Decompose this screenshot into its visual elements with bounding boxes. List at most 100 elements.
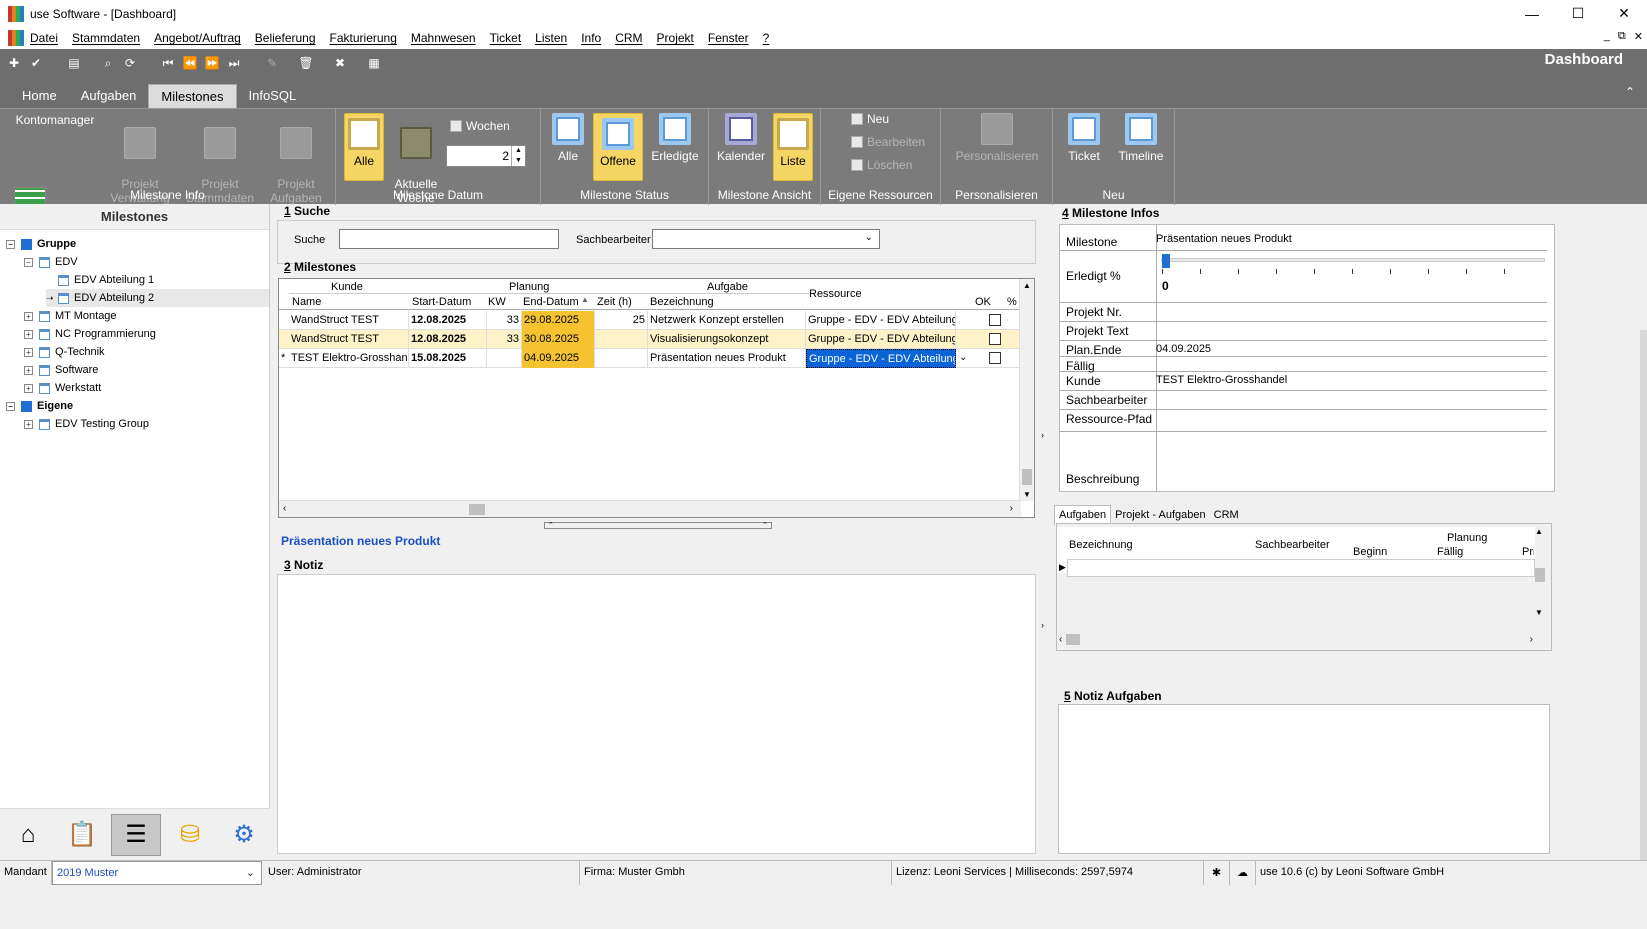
ticket-button[interactable]: Ticket xyxy=(1061,113,1107,163)
database-icon[interactable]: ⛁ xyxy=(174,819,206,851)
col-kw[interactable]: KW xyxy=(488,296,506,308)
expand-icon[interactable]: + xyxy=(24,419,33,429)
col-bezeichnung[interactable]: Bezeichnung xyxy=(650,296,714,308)
side-scroll[interactable] xyxy=(1640,330,1647,860)
tree-node[interactable]: − EDV xyxy=(24,253,269,271)
menu-ticket[interactable]: Ticket xyxy=(490,31,522,45)
col-zeit[interactable]: Zeit (h) xyxy=(597,296,632,308)
cell-res[interactable]: Gruppe - EDV - EDV Abteilung 2 xyxy=(806,330,956,349)
bug-icon[interactable]: ✱ xyxy=(1204,861,1230,885)
collapse-icon[interactable]: − xyxy=(6,401,15,411)
cell-name[interactable]: WandStruct TEST xyxy=(289,311,409,330)
liste-button[interactable]: Liste xyxy=(773,113,813,181)
grid-menu-icon[interactable]: ▦ xyxy=(366,55,382,71)
cell-start[interactable]: 15.08.2025 xyxy=(409,349,487,368)
grid-hscroll[interactable]: ‹ › xyxy=(279,500,1021,517)
tasks-icon[interactable]: 📋 xyxy=(66,819,98,851)
cell-bez[interactable]: Netzwerk Konzept erstellen xyxy=(648,311,806,330)
cell-zeit[interactable]: 25 xyxy=(595,311,648,330)
wochen-button[interactable]: Wochen xyxy=(450,119,510,133)
menu-fenster[interactable]: Fenster xyxy=(708,31,749,45)
tab-milestones[interactable]: Milestones xyxy=(148,84,237,108)
cell-bez[interactable]: Präsentation neues Produkt xyxy=(648,349,806,368)
maximize-button[interactable]: ☐ xyxy=(1555,0,1601,27)
notiz-aufgaben-editor[interactable] xyxy=(1058,704,1550,854)
wochen-spinner[interactable]: 2 ▲ ▼ xyxy=(446,145,526,167)
ok-checkbox[interactable] xyxy=(989,333,1001,345)
expand-icon[interactable]: + xyxy=(24,311,33,321)
tree-node[interactable]: + Werkstatt xyxy=(24,379,269,397)
tree-node[interactable]: + Software xyxy=(24,361,269,379)
tab-home[interactable]: Home xyxy=(10,84,69,108)
collapse-arrows[interactable]: › › xyxy=(1041,430,1048,630)
col-bez[interactable]: Bezeichnung xyxy=(1069,539,1133,551)
cell-name[interactable]: TEST Elektro-Grosshandel xyxy=(289,349,409,368)
check-icon[interactable]: ✔ xyxy=(28,55,44,71)
cell-res[interactable]: Gruppe - EDV - EDV Abteilung 2 xyxy=(806,349,956,368)
first-icon[interactable]: ⏮ xyxy=(160,55,176,71)
tab-aufgaben[interactable]: Aufgaben xyxy=(69,84,149,108)
search-icon[interactable]: ⌕ xyxy=(100,55,116,71)
aufgaben-vscroll[interactable]: ▲ ▼ xyxy=(1535,527,1549,627)
tree-node[interactable]: + Q-Technik xyxy=(24,343,269,361)
expand-icon[interactable]: + xyxy=(24,383,33,393)
menu-info[interactable]: Info xyxy=(581,31,601,45)
col-end[interactable]: End-Datum xyxy=(523,296,579,308)
home-icon[interactable]: ⌂ xyxy=(12,819,44,851)
expand-icon[interactable]: + xyxy=(24,329,33,339)
mandant-select[interactable]: 2019 Muster ⌄ xyxy=(52,861,262,885)
col-beginn[interactable]: Beginn xyxy=(1353,546,1387,558)
menu-crm[interactable]: CRM xyxy=(615,31,642,45)
cell-zeit[interactable] xyxy=(595,330,648,349)
menu-stammdaten[interactable]: Stammdaten xyxy=(72,31,140,45)
kontomanager-button[interactable]: Kontomanager xyxy=(12,113,98,219)
tree-node[interactable]: − Eigene xyxy=(6,397,269,415)
ok-checkbox[interactable] xyxy=(989,352,1001,364)
mdi-restore-button[interactable]: ⧉ xyxy=(1618,30,1626,43)
print-icon[interactable]: ▤ xyxy=(66,55,82,71)
menu-help[interactable]: ? xyxy=(763,31,770,45)
col-ok[interactable]: OK xyxy=(975,296,991,308)
tree-node[interactable]: + EDV Testing Group xyxy=(24,415,269,433)
table-row[interactable]: TEST Elektro-Grosshandel15.08.2025 04.09.… xyxy=(279,349,1019,368)
cancel-icon[interactable]: ✖ xyxy=(332,55,348,71)
menu-datei[interactable]: Datei xyxy=(30,31,58,45)
col-percent[interactable]: % xyxy=(1007,296,1017,308)
chevron-down-icon[interactable]: ⌄ xyxy=(959,352,967,363)
status-erledigte-button[interactable]: Erledigte xyxy=(645,113,705,163)
datum-alle-button[interactable]: Alle xyxy=(344,113,384,181)
menu-projekt[interactable]: Projekt xyxy=(657,31,694,45)
milestones-icon[interactable]: ☰ xyxy=(111,813,161,856)
ribbon-collapse-icon[interactable]: ⌃ xyxy=(1625,85,1635,99)
tree-node[interactable]: + MT Montage xyxy=(24,307,269,325)
collapse-icon[interactable]: − xyxy=(6,239,15,249)
status-offene-button[interactable]: Offene xyxy=(593,113,643,181)
menu-fakturierung[interactable]: Fakturierung xyxy=(330,31,397,45)
minimize-button[interactable]: — xyxy=(1509,0,1555,27)
ress-neu-button[interactable]: Neu xyxy=(851,112,889,126)
notiz-editor[interactable] xyxy=(277,574,1036,854)
ress-loeschen-button[interactable]: Löschen xyxy=(851,158,912,172)
edit-icon[interactable]: ✎ xyxy=(264,55,280,71)
col-faellig[interactable]: Fällig xyxy=(1437,546,1463,558)
menu-listen[interactable]: Listen xyxy=(535,31,567,45)
cell-kw[interactable]: 33 xyxy=(487,311,522,330)
grid-vscroll[interactable]: ▲ ▼ xyxy=(1019,279,1034,501)
mdi-minimize-button[interactable]: _ xyxy=(1604,30,1610,43)
timeline-button[interactable]: Timeline xyxy=(1113,113,1169,163)
delete-icon[interactable]: 🗑 xyxy=(298,55,314,71)
cell-name[interactable]: WandStruct TEST xyxy=(289,330,409,349)
network-icon[interactable]: ☁ xyxy=(1230,861,1256,885)
refresh-icon[interactable]: ⟳ xyxy=(122,55,138,71)
ress-bearbeiten-button[interactable]: Bearbeiten xyxy=(851,135,925,149)
search-input[interactable] xyxy=(339,229,559,249)
slider-thumb[interactable] xyxy=(1162,254,1170,268)
last-icon[interactable]: ⏭ xyxy=(226,55,242,71)
tree-node[interactable]: − Gruppe xyxy=(6,235,269,253)
erledigt-slider[interactable] xyxy=(1161,258,1545,262)
prev-icon[interactable]: ⏪ xyxy=(182,55,198,71)
subtab-crm[interactable]: CRM xyxy=(1210,505,1243,525)
tree-node[interactable]: EDV Abteilung 1 xyxy=(46,271,269,289)
expand-icon[interactable]: + xyxy=(24,347,33,357)
col-sb[interactable]: Sachbearbeiter xyxy=(1255,539,1330,551)
